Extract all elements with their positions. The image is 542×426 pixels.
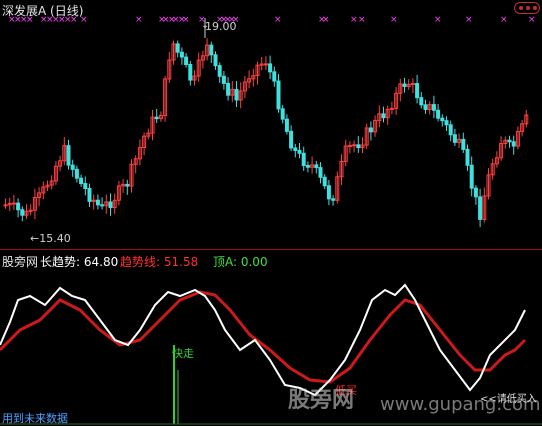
future-data-label: 用到未来数据 <box>2 412 68 425</box>
kuai-zou-label: 快走 <box>172 347 194 360</box>
trend-line-value: 趋势线: 51.58 <box>120 255 199 269</box>
indicator-name: 股旁网 <box>2 255 39 269</box>
watermark-text: 股旁网 <box>288 388 355 413</box>
indicator-chart <box>0 283 542 425</box>
watermark-url: www.gupang.com <box>380 394 541 415</box>
top-a-value: 顶A: 0.00 <box>213 255 268 269</box>
trend-line-red <box>0 290 527 384</box>
long-trend-value: 长趋势: 64.80 <box>40 255 119 269</box>
